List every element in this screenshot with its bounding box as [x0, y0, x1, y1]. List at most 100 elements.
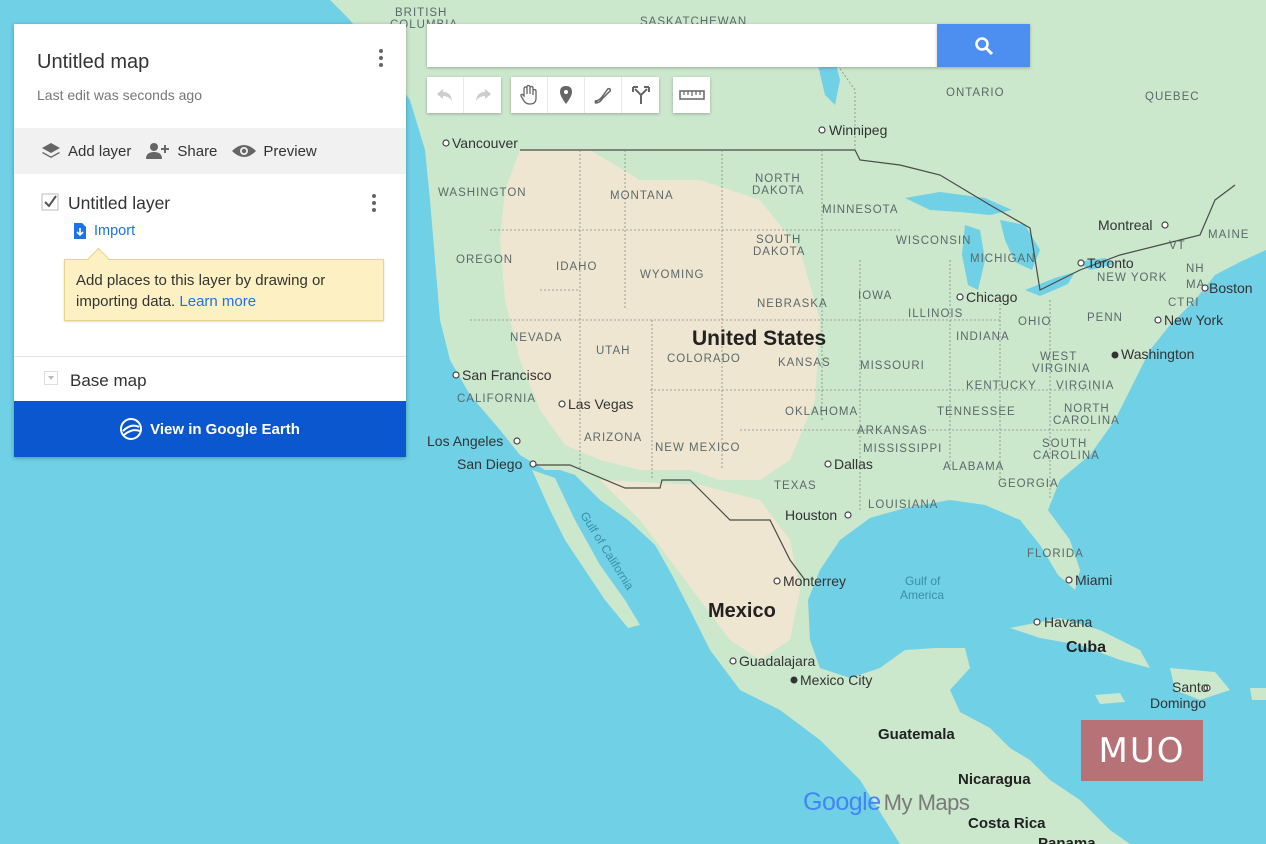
svg-text:NEVADA: NEVADA: [510, 332, 562, 344]
svg-text:WASHINGTON: WASHINGTON: [438, 187, 527, 199]
svg-text:Las Vegas: Las Vegas: [568, 396, 633, 412]
redo-button[interactable]: [464, 77, 501, 113]
svg-text:DAKOTA: DAKOTA: [752, 185, 804, 197]
undo-button[interactable]: [427, 77, 464, 113]
marker-icon: [560, 86, 572, 104]
learn-more-link[interactable]: Learn more: [179, 293, 256, 310]
import-file-icon: [74, 223, 86, 239]
add-directions-button[interactable]: [622, 77, 659, 113]
svg-text:MICHIGAN: MICHIGAN: [970, 253, 1036, 265]
island-jamaica: [1095, 693, 1125, 704]
svg-text:RI: RI: [1186, 297, 1200, 309]
svg-text:SOUTH: SOUTH: [756, 234, 801, 246]
svg-text:ARKANSAS: ARKANSAS: [857, 425, 928, 437]
search-button[interactable]: [937, 24, 1030, 67]
draw-line-icon: [594, 87, 612, 104]
base-map-expand-icon[interactable]: [44, 371, 58, 385]
svg-text:Chicago: Chicago: [966, 289, 1018, 305]
map-title[interactable]: Untitled map: [37, 51, 149, 74]
svg-text:NORTH: NORTH: [755, 173, 801, 185]
water-label-gulf-of-america-1: Gulf of: [905, 574, 941, 588]
svg-text:GEORGIA: GEORGIA: [998, 478, 1059, 490]
measure-button[interactable]: [673, 77, 710, 113]
svg-text:INDIANA: INDIANA: [956, 331, 1010, 343]
ruler-icon: [678, 90, 705, 100]
svg-text:Los Angeles: Los Angeles: [427, 433, 503, 449]
google-wordmark: Google: [803, 788, 881, 816]
layer-name[interactable]: Untitled layer: [68, 193, 170, 214]
layer-hint-tooltip: Add places to this layer by drawing or i…: [64, 259, 384, 321]
svg-text:PENN: PENN: [1087, 312, 1123, 324]
svg-text:Dallas: Dallas: [834, 456, 873, 472]
add-person-icon: [146, 143, 170, 159]
svg-text:Mexico City: Mexico City: [800, 672, 872, 688]
drawing-toolbar: [511, 77, 659, 113]
country-cuba: Cuba: [1066, 639, 1106, 656]
share-button[interactable]: Share: [145, 141, 217, 161]
svg-text:Havana: Havana: [1044, 614, 1092, 630]
add-layer-label: Add layer: [68, 142, 132, 160]
select-items-button[interactable]: [511, 77, 548, 113]
svg-text:NH: NH: [1186, 263, 1205, 275]
svg-text:MISSOURI: MISSOURI: [860, 360, 925, 372]
svg-text:CAROLINA: CAROLINA: [1033, 450, 1100, 462]
add-marker-button[interactable]: [548, 77, 585, 113]
search-input[interactable]: [427, 24, 937, 67]
svg-text:San Diego: San Diego: [457, 456, 523, 472]
svg-text:VIRGINIA: VIRGINIA: [1032, 363, 1090, 375]
svg-text:MINNESOTA: MINNESOTA: [822, 204, 899, 216]
view-in-google-earth-button[interactable]: View in Google Earth: [14, 401, 406, 457]
svg-text:COLORADO: COLORADO: [667, 353, 741, 365]
svg-text:Guadalajara: Guadalajara: [739, 653, 815, 669]
layers-icon: [42, 143, 60, 158]
svg-text:FLORIDA: FLORIDA: [1027, 548, 1084, 560]
svg-text:Domingo: Domingo: [1150, 695, 1206, 711]
island-pr: [1250, 688, 1266, 700]
layer-untitled: Untitled layer Import Add places to this…: [14, 174, 406, 357]
svg-text:NEW YORK: NEW YORK: [1097, 272, 1167, 284]
svg-text:VIRGINIA: VIRGINIA: [1056, 380, 1114, 392]
measure-toolbar: [673, 77, 710, 113]
share-label: Share: [177, 142, 218, 160]
draw-line-button[interactable]: [585, 77, 622, 113]
redo-icon: [475, 89, 491, 101]
svg-text:OKLAHOMA: OKLAHOMA: [785, 406, 858, 418]
preview-label: Preview: [263, 142, 317, 160]
add-layer-button[interactable]: Add layer: [40, 141, 131, 161]
svg-text:Vancouver: Vancouver: [452, 135, 518, 151]
country-costa-rica: Costa Rica: [968, 815, 1046, 832]
layer-visibility-checkbox[interactable]: [41, 193, 59, 211]
last-edit-status: Last edit was seconds ago: [37, 87, 202, 103]
panel-actions: Add layer Share Preview: [14, 128, 406, 174]
my-maps-wordmark: My Maps: [883, 790, 970, 815]
svg-text:LOUISIANA: LOUISIANA: [868, 499, 938, 511]
base-map-section[interactable]: Base map: [14, 357, 406, 401]
svg-text:WISCONSIN: WISCONSIN: [896, 235, 971, 247]
google-earth-icon: [120, 418, 143, 440]
country-guatemala: Guatemala: [878, 726, 955, 743]
svg-text:CALIFORNIA: CALIFORNIA: [457, 393, 536, 405]
map-options-kebab-icon[interactable]: [371, 46, 391, 70]
svg-text:Winnipeg: Winnipeg: [829, 122, 887, 138]
panel-header: Untitled map Last edit was seconds ago: [14, 24, 406, 128]
svg-text:Monterrey: Monterrey: [783, 573, 846, 589]
map-panel: Untitled map Last edit was seconds ago A…: [14, 24, 406, 457]
import-link[interactable]: Import: [72, 222, 135, 240]
preview-button[interactable]: Preview: [231, 142, 317, 160]
svg-text:Miami: Miami: [1075, 572, 1112, 588]
country-mexico: Mexico: [708, 600, 776, 622]
svg-text:MISSISSIPPI: MISSISSIPPI: [863, 443, 942, 455]
svg-text:ILLINOIS: ILLINOIS: [908, 308, 963, 320]
svg-text:BRITISH: BRITISH: [395, 7, 447, 19]
layer-options-kebab-icon[interactable]: [364, 191, 384, 215]
svg-text:TEXAS: TEXAS: [774, 480, 817, 492]
import-label: Import: [94, 223, 136, 239]
svg-text:ARIZONA: ARIZONA: [584, 432, 642, 444]
hand-icon: [520, 84, 537, 105]
capital-marker-washington: [1111, 351, 1119, 359]
svg-text:WYOMING: WYOMING: [640, 269, 705, 281]
svg-text:MONTANA: MONTANA: [610, 190, 674, 202]
svg-text:ONTARIO: ONTARIO: [946, 87, 1005, 99]
svg-text:MAINE: MAINE: [1208, 229, 1249, 241]
svg-text:VT: VT: [1169, 240, 1186, 252]
